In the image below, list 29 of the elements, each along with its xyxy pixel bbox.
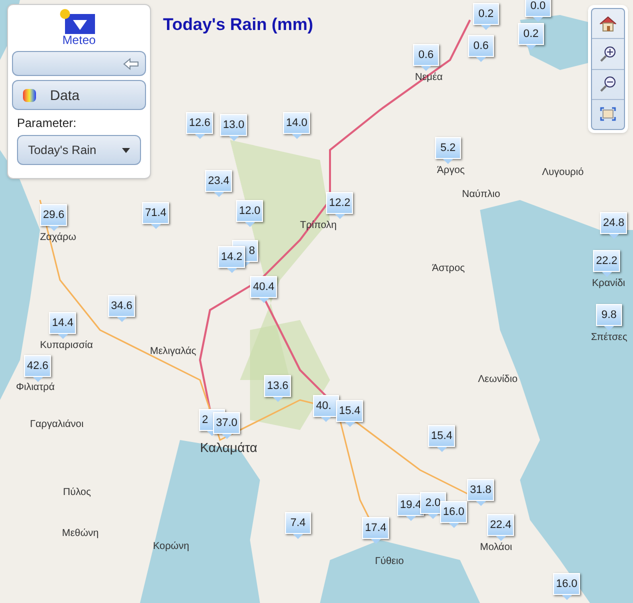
zoom-in-icon [600, 46, 616, 62]
place-label: Ναύπλιο [462, 190, 500, 200]
color-scale-icon [23, 88, 36, 102]
full-extent-icon [600, 107, 616, 122]
place-label: Κρανίδι [592, 279, 626, 289]
place-label: Μελιγαλάς [150, 347, 196, 357]
place-label: Σπέτσες [591, 333, 628, 343]
place-label: Φιλιατρά [16, 383, 55, 393]
logo-text: Meteo [62, 34, 96, 46]
place-label: Γαργαλιάνοι [30, 420, 84, 430]
place-label: Άργος [437, 166, 465, 176]
zoom-out-icon [600, 76, 616, 92]
home-icon [599, 16, 617, 32]
place-label: Γύθειο [375, 557, 404, 567]
place-label: Λεωνίδιο [478, 375, 518, 385]
parameter-label: Parameter: [17, 115, 78, 132]
place-label: Μολάοι [480, 543, 512, 553]
place-label: Λυγουριό [542, 168, 584, 178]
place-label: Κυπαρισσία [40, 341, 93, 351]
place-label: Κορώνη [153, 542, 190, 552]
parameter-dropdown[interactable]: Today's Rain [17, 135, 141, 165]
place-label: Μεθώνη [62, 529, 99, 539]
map-title: Today's Rain (mm) [163, 14, 314, 36]
data-button[interactable]: Data [12, 80, 146, 110]
place-label: Καλαμάτα [200, 441, 258, 454]
caret-icon [122, 148, 130, 152]
place-label: Άστρος [432, 264, 465, 274]
place-label: Πύλος [63, 488, 91, 498]
arrow-left-icon [123, 58, 139, 70]
